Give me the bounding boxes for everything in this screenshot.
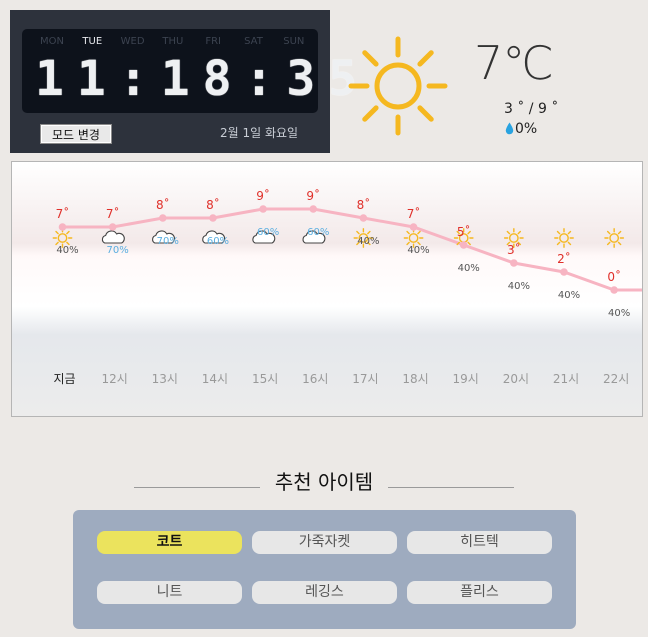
hour-temperature: 9˚ [306, 188, 320, 203]
hour-label: 지금 [53, 372, 75, 386]
hour-precipitation: 60% [207, 236, 229, 247]
hour-temperature: 8˚ [357, 197, 371, 212]
hour-temperature: 9˚ [256, 188, 270, 203]
temperature-point [409, 223, 418, 231]
precipitation: 0% [505, 121, 537, 137]
cloud-icon [101, 230, 125, 244]
hour-temperature: 7˚ [407, 206, 421, 221]
hour-precipitation: 40% [407, 245, 429, 256]
temperature-point [560, 268, 568, 276]
forecast-hour: 9˚ 60% 15시 [252, 188, 279, 386]
hour-label: 14시 [202, 372, 228, 386]
weekday-thu: THU [162, 36, 184, 47]
hour-temperature: 5˚ [457, 224, 471, 239]
hour-label: 19시 [453, 372, 479, 386]
recommend-title: 추천 아이템 [274, 470, 374, 494]
forecast-hour: 8˚ 60% 14시 [202, 197, 229, 386]
recommend-item[interactable]: 레깅스 [252, 581, 397, 604]
weekday-sat: SAT [244, 36, 263, 47]
temperature-point [359, 214, 368, 222]
precipitation-value: 0% [515, 121, 538, 137]
forecast-hour: 7˚ 40% 18시 [402, 206, 429, 386]
hour-precipitation: 70% [157, 236, 179, 247]
temperature-point [510, 259, 518, 267]
clock-display: MON TUE WED THU FRI SAT SUN 11:18:35 [22, 29, 371, 113]
forecast-hour: 3˚ 40% 20시 [503, 228, 530, 386]
min-max-temperature: 3 ˚ / 9 ˚ [504, 101, 559, 117]
hour-label: 16시 [302, 372, 328, 386]
temperature-point [459, 241, 468, 249]
weekday-fri: FRI [205, 36, 222, 47]
sun-icon [554, 228, 574, 248]
hour-precipitation: 40% [508, 281, 530, 292]
hour-temperature: 8˚ [206, 197, 220, 212]
hour-label: 18시 [402, 372, 428, 386]
hour-precipitation: 60% [307, 227, 329, 238]
hour-precipitation: 40% [56, 245, 78, 256]
forecast-hour: 8˚ 70% 13시 [152, 197, 179, 386]
title-divider-right [388, 487, 514, 488]
recommend-item[interactable]: 니트 [97, 581, 242, 604]
hour-label: 17시 [352, 372, 378, 386]
current-temperature: 7℃ [474, 36, 554, 90]
temperature-point [259, 205, 267, 213]
hour-precipitation: 40% [357, 236, 379, 247]
weekday-tue: TUE [82, 36, 103, 47]
hour-temperature: 0˚ [607, 269, 621, 284]
sun-icon [604, 228, 625, 248]
clock-time: 11:18:35 [35, 51, 371, 107]
mode-change-button[interactable]: 모드 변경 [40, 124, 112, 144]
forecast-hour: 9˚ 60% 16시 [302, 188, 329, 386]
temperature-point [159, 214, 167, 222]
hour-label: 21시 [553, 372, 579, 386]
temperature-point [610, 286, 618, 294]
hour-precipitation: 40% [458, 263, 480, 274]
forecast-hour: 8˚ 40% 17시 [352, 197, 379, 386]
hour-temperature: 2˚ [557, 251, 571, 266]
temperature-point [108, 223, 117, 231]
sun-icon [348, 36, 448, 136]
temperature-line [62, 207, 642, 292]
forecast-chart: 7˚40%지금7˚70%12시8˚70%13시8˚60%14시9˚60%15시9… [52, 188, 642, 386]
weekday-row: MON TUE WED THU FRI SAT SUN [22, 36, 318, 50]
forecast-hour: 2˚ 40% 21시 [553, 228, 580, 386]
weekday-wed: WED [120, 36, 145, 47]
hour-temperature: 7˚ [106, 206, 120, 221]
weekday-mon: MON [40, 36, 64, 47]
temperature-point [309, 205, 318, 213]
date-label: 2월 1일 화요일 [220, 126, 299, 140]
hourly-forecast: 7˚ 40% 지금 7˚ 70% 12시 8˚ 70% 13시 8˚ 60% 14시 9˚ 60% 15시 9… [11, 161, 643, 417]
forecast-hour: 7˚ 70% 12시 [101, 206, 128, 386]
water-drop-icon [505, 122, 514, 135]
forecast-hour: 0˚ 40% 22시 [603, 228, 630, 386]
hour-label: 13시 [152, 372, 178, 386]
recommend-item[interactable]: 가죽자켓 [252, 531, 397, 554]
recommend-item[interactable]: 히트텍 [407, 531, 552, 554]
temperature-point [209, 214, 217, 222]
weekday-sun: SUN [283, 36, 305, 47]
hour-label: 12시 [101, 372, 127, 386]
hour-label: 15시 [252, 372, 278, 386]
clock-panel: MON TUE WED THU FRI SAT SUN 11:18:35 모드 변경 2월 … [10, 10, 371, 153]
hour-label: 22시 [603, 372, 629, 386]
hour-label: 20시 [503, 372, 529, 386]
hour-temperature: 7˚ [56, 206, 70, 221]
hour-precipitation: 70% [107, 245, 129, 256]
hour-precipitation: 40% [608, 308, 630, 319]
temperature-point [58, 223, 67, 231]
hour-precipitation: 40% [558, 290, 580, 301]
recommend-panel: 코트 가죽자켓 히트텍니트 레깅스 플리스 [73, 510, 576, 629]
hour-temperature: 8˚ [156, 197, 170, 212]
hour-precipitation: 60% [257, 227, 279, 238]
forecast-hour: 7˚ 40% 지금 [52, 206, 79, 386]
recommend-item[interactable]: 코트 [97, 531, 242, 554]
hour-temperature: 3˚ [507, 242, 521, 257]
recommend-item[interactable]: 플리스 [407, 581, 552, 604]
